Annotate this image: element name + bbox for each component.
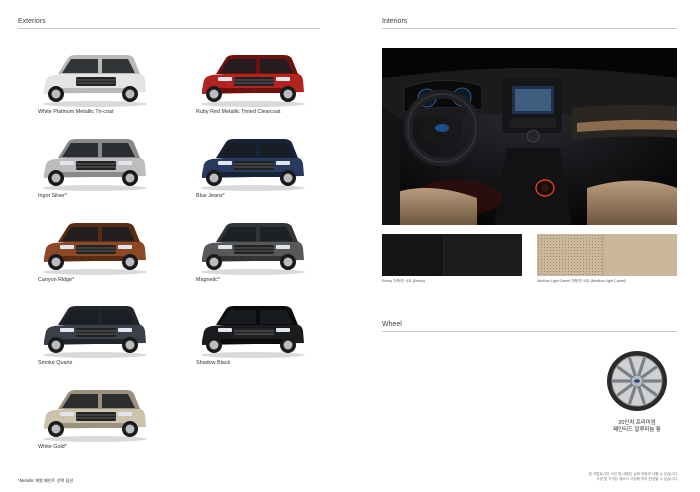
car-image — [38, 46, 148, 108]
metallic-footnote: *Metallic 계열 페인트 선택 옵션 — [18, 478, 74, 483]
exteriors-divider — [18, 28, 320, 29]
car-color-label: White Gold* — [38, 444, 67, 450]
wheel-divider — [382, 331, 677, 332]
car-image — [196, 214, 306, 276]
ebony-swatch — [382, 234, 522, 276]
dashboard-illustration — [382, 48, 677, 225]
car-color-label: Ingot Silver* — [38, 193, 68, 199]
interiors-title: Interiors — [382, 18, 408, 25]
wheel-caption-line2: 페인티드 알루미늄 휠 — [613, 427, 661, 433]
wheel-caption: 20인치 프리미엄 페인티드 알루미늄 휠 — [596, 420, 678, 434]
car-color-label: White Platinum Metallic Tri-coat — [38, 109, 114, 115]
car-image — [38, 214, 148, 276]
wheel-caption-line1: 20인치 프리미엄 — [618, 420, 656, 426]
car-image — [38, 130, 148, 192]
car-image — [196, 46, 306, 108]
car-image — [196, 130, 306, 192]
disclaimer: 본 카탈로그의 사진 및 내용은 실제 차량과 다를 수 있습니다. 사양 및 … — [458, 472, 678, 482]
car-color-label: Blue Jeans* — [196, 193, 225, 199]
interior-dashboard-image — [382, 48, 677, 225]
camel-swatch — [537, 234, 677, 276]
car-color-label: Magnetic* — [196, 277, 220, 283]
disclaimer-line2: 사양 및 가격은 제조사 사정에 따라 변경될 수 있습니다. — [596, 477, 678, 481]
car-color-label: Canyon Ridge* — [38, 277, 75, 283]
camel-swatch-label: Medium Light Camel 가죽/천 시트 (Medium Light… — [537, 279, 626, 283]
car-image — [38, 297, 148, 359]
exteriors-title: Exteriors — [18, 18, 46, 25]
car-image — [196, 297, 306, 359]
car-image — [38, 381, 148, 443]
car-color-label: Ruby Red Metallic Tinted Clearcoat — [196, 109, 281, 115]
wheel-title: Wheel — [382, 321, 402, 328]
car-color-label: Smoke Quartz — [38, 360, 73, 366]
ebony-swatch-label: Ebony 가죽/천 시트 (Ebony) — [382, 279, 426, 283]
wheel-image — [606, 350, 668, 412]
car-color-label: Shadow Black — [196, 360, 231, 366]
interiors-divider — [382, 28, 677, 29]
